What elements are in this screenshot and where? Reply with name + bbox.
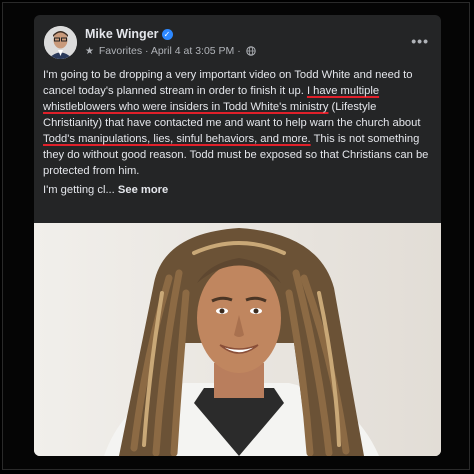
highlighted-text: Todd's manipulations, lies, sinful behav… xyxy=(43,133,311,145)
author-name-row: Mike Winger ✓ xyxy=(85,27,173,41)
post-body: I'm going to be dropping a very importan… xyxy=(43,67,435,198)
verified-badge-icon: ✓ xyxy=(161,29,173,40)
post-timestamp[interactable]: April 4 at 3:05 PM xyxy=(151,45,234,57)
star-icon: ★ xyxy=(85,46,94,57)
post-options-button[interactable]: ••• xyxy=(411,33,429,49)
meta-separator: · xyxy=(145,45,149,57)
post-truncated-line: I'm getting cl... See more xyxy=(43,182,435,198)
facebook-post-card: Mike Winger ✓ ★ Favorites · April 4 at 3:… xyxy=(34,15,441,456)
see-more-link[interactable]: See more xyxy=(118,184,168,196)
post-paragraph: I'm going to be dropping a very importan… xyxy=(43,67,435,179)
post-photo[interactable] xyxy=(34,223,441,456)
post-meta: ★ Favorites · April 4 at 3:05 PM · xyxy=(85,45,256,59)
audience-label: Favorites xyxy=(98,45,143,57)
ellipsis-icon: ••• xyxy=(411,33,429,49)
meta-separator-2: · xyxy=(237,45,241,57)
author-avatar[interactable] xyxy=(44,26,77,59)
truncated-text: I'm getting cl... xyxy=(43,184,115,196)
globe-icon xyxy=(245,46,256,59)
author-name[interactable]: Mike Winger xyxy=(85,27,159,41)
